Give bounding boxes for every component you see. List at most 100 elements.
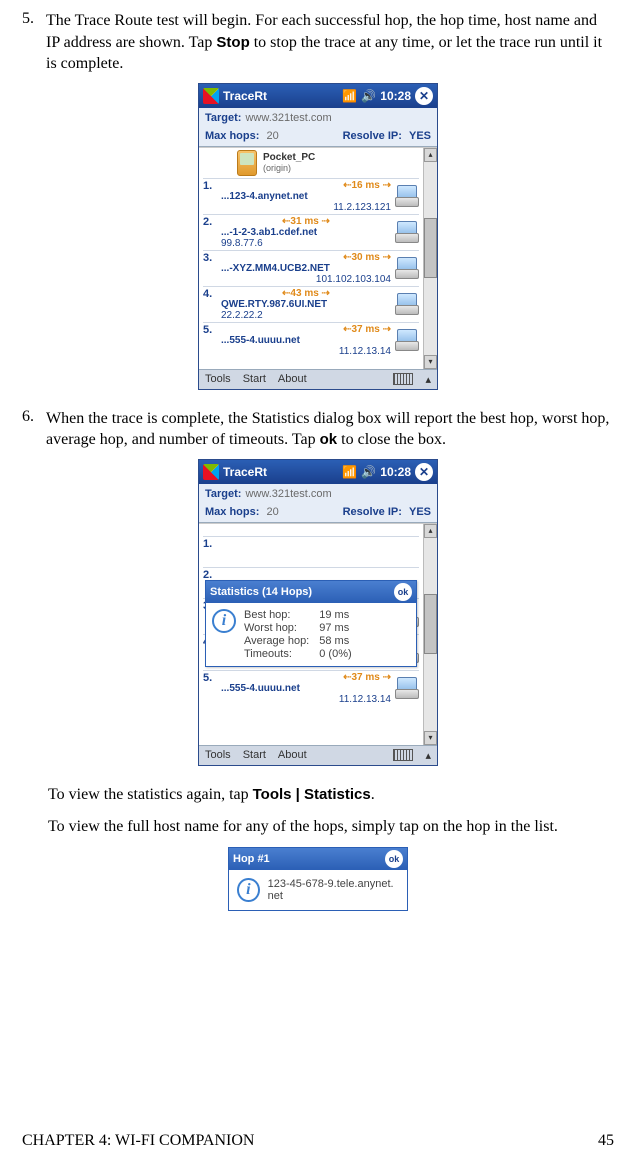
options-row: Max hops: 20 Resolve IP: YES: [199, 128, 437, 147]
hop-number: 1.: [203, 180, 217, 192]
step-text: The Trace Route test will begin. For eac…: [46, 10, 614, 75]
hop-row[interactable]: 5. ⇠37 ms ⇢ ...555-4.uuuu.net 11.12.13.1…: [203, 670, 419, 705]
hop-time: 37 ms: [351, 324, 379, 335]
hop-detail-host: 123-45-678-9.tele.anynet.net: [268, 878, 399, 902]
scroll-down-icon[interactable]: ▾: [424, 731, 437, 745]
resolve-value: YES: [409, 130, 431, 142]
computer-icon: [395, 293, 419, 315]
statistics-titlebar: Statistics (14 Hops) ok: [206, 581, 416, 603]
computer-icon: [395, 329, 419, 351]
statistics-dialog: Statistics (14 Hops) ok i Best hop:19 ms…: [205, 580, 417, 667]
arrow-right-icon: ⇢: [319, 216, 330, 227]
volume-icon: 🔊: [361, 465, 376, 479]
arrow-right-icon: ⇢: [380, 180, 391, 191]
stat-val: 19 ms: [319, 609, 351, 621]
clock-time: 10:28: [380, 89, 411, 103]
stat-key: Average hop:: [244, 635, 309, 647]
hop-detail-dialog: Hop #1 ok i 123-45-678-9.tele.anynet.net: [228, 847, 408, 911]
menu-about[interactable]: About: [278, 749, 307, 761]
menu-up-icon[interactable]: ▴: [425, 373, 431, 386]
resolve-label: Resolve IP:: [343, 130, 402, 142]
app-title: TraceRt: [223, 465, 338, 479]
tracert-screen-stats: TraceRt 📶 🔊 10:28 ✕ Target: www.321test.…: [198, 459, 438, 766]
scroll-thumb[interactable]: [424, 218, 437, 278]
hop-row[interactable]: 1. ⇠16 ms ⇢ ...123-4.anynet.net 11.2.123…: [203, 178, 419, 213]
menu-up-icon[interactable]: ▴: [425, 749, 431, 762]
scroll-up-icon[interactable]: ▴: [424, 148, 437, 162]
hop-time: 30 ms: [351, 252, 379, 263]
scrollbar[interactable]: ▴ ▾: [423, 148, 437, 369]
scroll-thumb[interactable]: [424, 594, 437, 654]
resolve-value: YES: [409, 506, 431, 518]
hop-row[interactable]: 2. ⇠31 ms ⇢ ...-1-2-3.ab1.cdef.net 99.8.…: [203, 214, 419, 249]
scroll-up-icon[interactable]: ▴: [424, 524, 437, 538]
hop-row[interactable]: 4. ⇠43 ms ⇢ QWE.RTY.987.6UI.NET 22.2.22.…: [203, 286, 419, 321]
close-icon[interactable]: ✕: [415, 87, 433, 105]
origin-sub: (origin): [263, 163, 315, 173]
hop-row[interactable]: 3. ⇠30 ms ⇢ ...-XYZ.MM4.UCB2.NET 101.102…: [203, 250, 419, 285]
clock-time: 10:28: [380, 465, 411, 479]
ok-button[interactable]: ok: [394, 583, 412, 601]
target-value: www.321test.com: [245, 488, 331, 500]
hop-details: ⇠43 ms ⇢ QWE.RTY.987.6UI.NET 22.2.22.2: [221, 288, 391, 321]
menu-about[interactable]: About: [278, 373, 307, 385]
hop-row[interactable]: 5. ⇠37 ms ⇢ ...555-4.uuuu.net 11.12.13.1…: [203, 322, 419, 357]
page-number: 45: [598, 1132, 614, 1150]
stop-label: Stop: [216, 34, 249, 51]
step-6: 6. When the trace is complete, the Stati…: [22, 408, 614, 451]
windows-flag-icon: [203, 464, 219, 480]
ok-label: ok: [320, 431, 338, 448]
maxhops-group: Max hops: 20: [205, 506, 279, 518]
view-stats-b: .: [371, 786, 375, 803]
menu-tools[interactable]: Tools: [205, 373, 231, 385]
statistics-title: Statistics (14 Hops): [210, 586, 312, 598]
close-icon[interactable]: ✕: [415, 463, 433, 481]
hop-number: 4.: [203, 288, 217, 300]
pda-icon: [237, 150, 257, 176]
signal-icon: 📶: [342, 89, 357, 103]
hop-detail-body: i 123-45-678-9.tele.anynet.net: [229, 870, 407, 910]
arrow-right-icon: ⇢: [380, 672, 391, 683]
menu-start[interactable]: Start: [243, 749, 266, 761]
hop-number: 3.: [203, 252, 217, 264]
computer-icon: [395, 185, 419, 207]
keyboard-icon[interactable]: [393, 373, 413, 385]
hop-details: ⇠31 ms ⇢ ...-1-2-3.ab1.cdef.net 99.8.77.…: [221, 216, 391, 249]
maxhops-label: Max hops:: [205, 130, 259, 142]
resolve-group: Resolve IP: YES: [343, 130, 431, 142]
app-title: TraceRt: [223, 89, 338, 103]
step-text: When the trace is complete, the Statisti…: [46, 408, 614, 451]
statistics-body: i Best hop:19 ms Worst hop:97 ms Average…: [206, 603, 416, 666]
target-label: Target:: [205, 488, 241, 500]
hop-ip: 11.12.13.14: [221, 694, 391, 705]
origin-row[interactable]: Pocket_PC (origin): [201, 150, 421, 176]
origin-text: Pocket_PC (origin): [263, 152, 315, 173]
view-stats-a: To view the statistics again, tap: [48, 786, 253, 803]
hop-host: ...-1-2-3.ab1.cdef.net: [221, 227, 391, 238]
hop-ip: 11.12.13.14: [221, 346, 391, 357]
scroll-down-icon[interactable]: ▾: [424, 355, 437, 369]
keyboard-icon[interactable]: [393, 749, 413, 761]
target-value: www.321test.com: [245, 112, 331, 124]
hop-ip: 22.2.22.2: [221, 310, 391, 321]
scrollbar[interactable]: ▴ ▾: [423, 524, 437, 745]
ok-button[interactable]: ok: [385, 850, 403, 868]
options-row: Max hops: 20 Resolve IP: YES: [199, 504, 437, 523]
target-row: Target: www.321test.com: [199, 108, 437, 128]
maxhops-value: 20: [266, 506, 278, 518]
menu-tools[interactable]: Tools: [205, 749, 231, 761]
menu-start[interactable]: Start: [243, 373, 266, 385]
hop-number: 5.: [203, 324, 217, 336]
maxhops-value: 20: [266, 130, 278, 142]
resolve-label: Resolve IP:: [343, 506, 402, 518]
menu-bar: Tools Start About ▴: [199, 745, 437, 765]
maxhops-group: Max hops: 20: [205, 130, 279, 142]
hop-row[interactable]: 1.: [203, 536, 419, 566]
menu-bar: Tools Start About ▴: [199, 369, 437, 389]
hop-list: Pocket_PC (origin) 1. ⇠16 ms ⇢ ...123-4.…: [199, 147, 437, 369]
hop-list: Statistics (14 Hops) ok i Best hop:19 ms…: [199, 523, 437, 745]
hop-details: ⇠16 ms ⇢ ...123-4.anynet.net 11.2.123.12…: [221, 180, 391, 213]
hop-ip: 11.2.123.121: [221, 202, 391, 213]
stat-val: 0 (0%): [319, 648, 351, 660]
hop-ip: 99.8.77.6: [221, 238, 391, 249]
